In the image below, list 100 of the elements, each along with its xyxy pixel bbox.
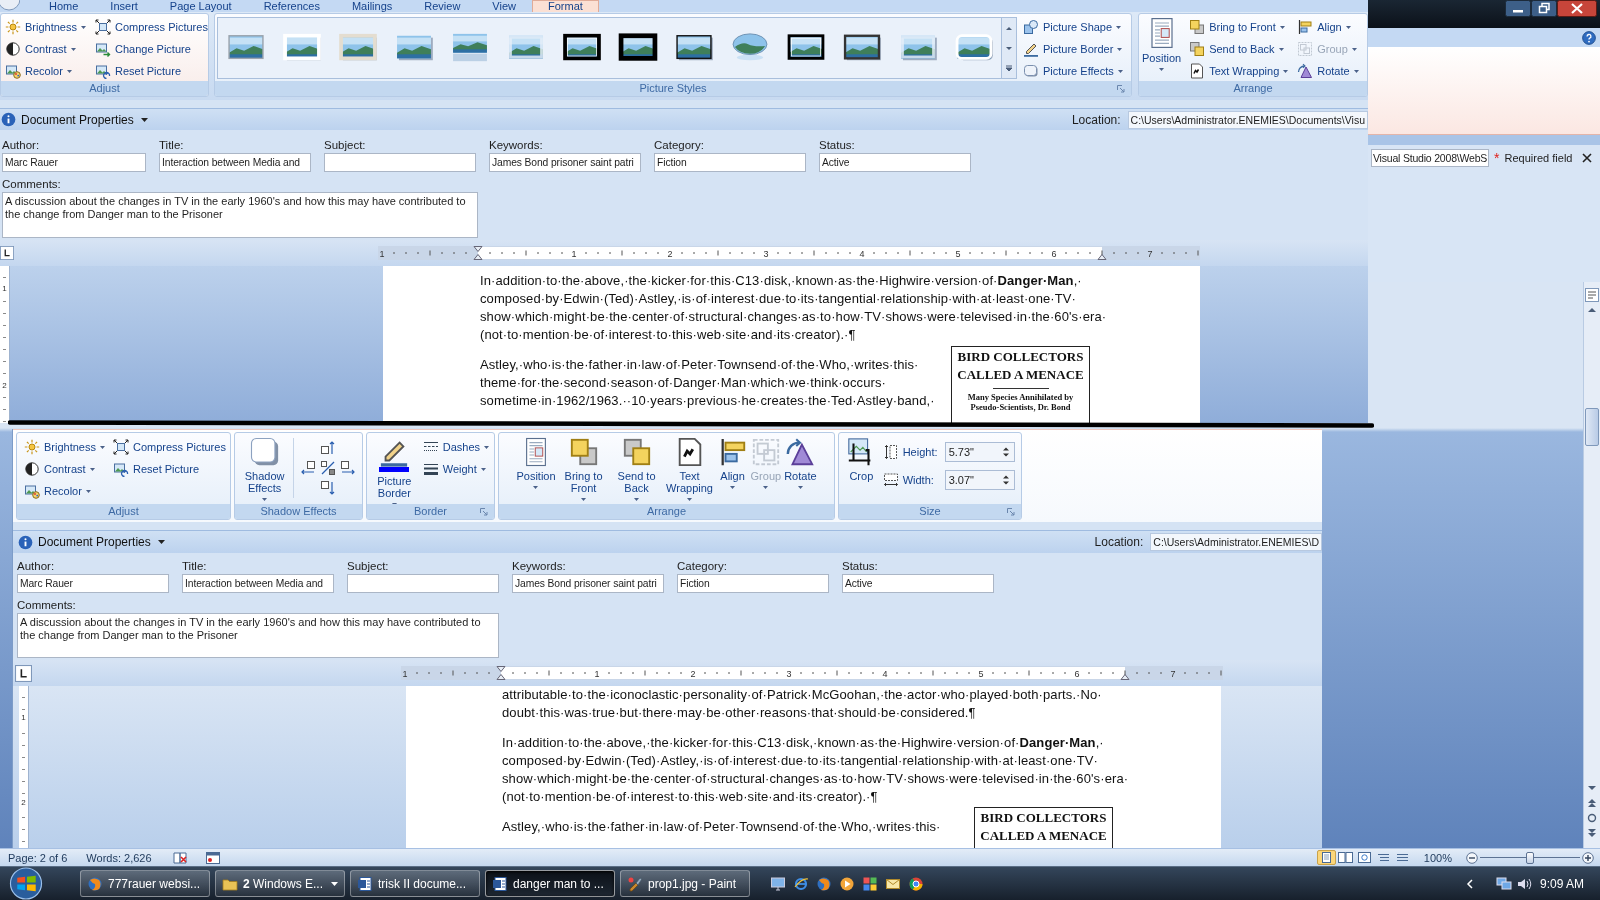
shadow-toggle-icon[interactable] bbox=[320, 460, 337, 476]
ribbon-tab[interactable]: Home bbox=[33, 0, 95, 12]
play-icon[interactable] bbox=[839, 875, 855, 892]
page-count[interactable]: Page: 2 of 6 bbox=[8, 851, 68, 864]
bring-front-button[interactable]: Bring to Front bbox=[1187, 16, 1291, 38]
text-field[interactable]: Fiction bbox=[677, 574, 829, 593]
position-button[interactable]: Position bbox=[515, 436, 557, 489]
nudge-down-icon[interactable] bbox=[320, 480, 337, 496]
comments-field[interactable]: A discussion about the changes in TV in the early 1960's and how this may have contributed to the change from Danger man to the Prisoner bbox=[2, 192, 478, 238]
text-field[interactable]: Active bbox=[842, 574, 994, 593]
chevron-icon[interactable] bbox=[1465, 877, 1474, 890]
text-field[interactable]: Marc Rauer bbox=[2, 153, 146, 172]
location-field[interactable]: C:\Users\Administrator.ENEMIES\D bbox=[1150, 533, 1322, 551]
indent-marker-icon[interactable] bbox=[496, 666, 506, 680]
send-back-button[interactable]: Send to Back bbox=[610, 436, 663, 501]
contrast-button[interactable]: Contrast bbox=[3, 38, 88, 60]
view-button-icon[interactable] bbox=[1335, 850, 1355, 865]
picture-shape-button[interactable]: Picture Shape bbox=[1021, 16, 1125, 38]
text-field[interactable]: Interaction between Media and bbox=[159, 153, 311, 172]
restore-icon[interactable] bbox=[1531, 0, 1557, 17]
scrollbar-thumb[interactable] bbox=[1585, 408, 1599, 446]
shadow-effects-button[interactable]: Shadow Effects bbox=[238, 436, 291, 501]
picture-style-thumbnail[interactable] bbox=[617, 32, 659, 64]
text-wrapping-button[interactable]: Text Wrapping bbox=[663, 436, 716, 501]
crop-button[interactable]: Crop bbox=[845, 436, 878, 482]
rotate-button[interactable]: Rotate bbox=[1295, 60, 1361, 82]
panes-icon[interactable] bbox=[862, 875, 878, 892]
text-field[interactable] bbox=[324, 153, 476, 172]
ring-icon[interactable] bbox=[793, 875, 809, 892]
comments-field[interactable]: A discussion about the changes in TV in the early 1960's and how this may have contributed to the change from Danger man to the Prisoner bbox=[17, 613, 499, 658]
spinner-arrows-icon[interactable] bbox=[1001, 445, 1010, 459]
text-field[interactable]: Active bbox=[819, 153, 971, 172]
nudge-right-icon[interactable] bbox=[340, 460, 357, 476]
view-button-icon[interactable] bbox=[1316, 850, 1336, 865]
globe-icon[interactable] bbox=[816, 875, 832, 892]
ribbon-tab[interactable]: Page Layout bbox=[153, 0, 248, 12]
compress-button[interactable]: Compress Pictures bbox=[111, 436, 228, 458]
text-field[interactable]: James Bond prisoner saint patri bbox=[512, 574, 664, 593]
zoom-level[interactable]: 100% bbox=[1423, 851, 1452, 864]
text-field[interactable]: Marc Rauer bbox=[17, 574, 169, 593]
brightness-button[interactable]: Brightness bbox=[3, 16, 88, 38]
document-properties-menu[interactable]: Document Properties bbox=[21, 112, 148, 127]
indent-marker-icon[interactable] bbox=[1120, 674, 1130, 680]
location-field[interactable]: Visual Studio 2008\WebS bbox=[1371, 149, 1490, 167]
spinner-arrows-icon[interactable] bbox=[1001, 473, 1010, 487]
taskbar-button[interactable]: 2 Windows E... bbox=[215, 870, 345, 897]
word-count[interactable]: Words: 2,626 bbox=[86, 851, 152, 864]
text-field[interactable] bbox=[347, 574, 499, 593]
align-button[interactable]: Align bbox=[1295, 16, 1361, 38]
brightness-button[interactable]: Brightness bbox=[22, 436, 107, 458]
zoom-slider-thumb[interactable] bbox=[1526, 851, 1534, 864]
proofing-book-icon[interactable] bbox=[171, 850, 188, 865]
recolor-button[interactable]: Recolor bbox=[22, 480, 107, 502]
zoom-slider[interactable] bbox=[1480, 850, 1580, 865]
taskbar-button[interactable]: 777rauer websi... bbox=[80, 870, 210, 897]
ribbon-tab[interactable]: References bbox=[247, 0, 336, 12]
nudge-left-icon[interactable] bbox=[300, 460, 317, 476]
caret-icon[interactable] bbox=[331, 881, 338, 886]
bring-front-button[interactable]: Bring to Front bbox=[557, 436, 610, 501]
zoom-out-icon[interactable] bbox=[1466, 851, 1478, 864]
reset-button[interactable]: Reset Picture bbox=[111, 458, 228, 480]
reset-button[interactable]: Reset Picture bbox=[93, 60, 208, 82]
ruler-toggle-icon[interactable] bbox=[1585, 288, 1599, 302]
taskbar-button[interactable]: prop1.jpg - Paint bbox=[620, 870, 750, 897]
tab-stop-icon[interactable] bbox=[15, 664, 32, 682]
weight-button[interactable]: Weight bbox=[420, 458, 491, 480]
picture-border-button[interactable]: Picture Border bbox=[370, 436, 419, 506]
location-field[interactable]: C:\Users\Administrator.ENEMIES\Documents\Visu bbox=[1127, 110, 1368, 129]
tab-stop-icon[interactable] bbox=[0, 246, 14, 260]
macro-record-icon[interactable] bbox=[204, 850, 221, 865]
rotate-button[interactable]: Rotate bbox=[783, 436, 818, 489]
help-icon[interactable] bbox=[1582, 30, 1596, 45]
position-button[interactable]: Position bbox=[1141, 16, 1183, 71]
width-field[interactable]: 3.07" bbox=[944, 470, 1015, 490]
horizontal-ruler[interactable]: 1 1 2 3 4 5 6 7 bbox=[401, 666, 1223, 680]
contrast-button[interactable]: Contrast bbox=[22, 458, 107, 480]
send-back-button[interactable]: Send to Back bbox=[1187, 38, 1291, 60]
zoom-in-icon[interactable] bbox=[1582, 851, 1594, 864]
dialog-launcher-icon[interactable] bbox=[480, 507, 488, 516]
recolor-button[interactable]: Recolor bbox=[3, 60, 88, 82]
ribbon-tab[interactable]: Mailings bbox=[335, 0, 409, 12]
ribbon-tab[interactable]: Insert bbox=[94, 0, 154, 12]
close-icon[interactable] bbox=[1582, 153, 1592, 163]
ribbon-tab[interactable]: Review bbox=[408, 0, 477, 12]
close-icon[interactable] bbox=[1557, 0, 1597, 17]
dashes-button[interactable]: Dashes bbox=[420, 436, 491, 458]
height-field[interactable]: 5.73" bbox=[944, 442, 1015, 462]
clock[interactable]: 9:09 AM bbox=[1539, 876, 1584, 891]
align-button[interactable]: Align bbox=[716, 436, 749, 489]
change-picture-button[interactable]: Change Picture bbox=[93, 38, 208, 60]
dialog-launcher-icon[interactable] bbox=[1117, 84, 1125, 93]
text-wrapping-button[interactable]: Text Wrapping bbox=[1187, 60, 1291, 82]
indent-marker-icon[interactable] bbox=[1097, 254, 1107, 260]
document-properties-menu[interactable]: Document Properties bbox=[38, 535, 165, 549]
ribbon-tab[interactable]: View bbox=[476, 0, 532, 12]
dialog-launcher-icon[interactable] bbox=[1007, 507, 1015, 516]
compress-button[interactable]: Compress Pictures bbox=[93, 16, 208, 38]
indent-marker-icon[interactable] bbox=[473, 246, 483, 260]
wheel-icon[interactable] bbox=[908, 875, 924, 892]
minimize-icon[interactable] bbox=[1505, 0, 1531, 17]
